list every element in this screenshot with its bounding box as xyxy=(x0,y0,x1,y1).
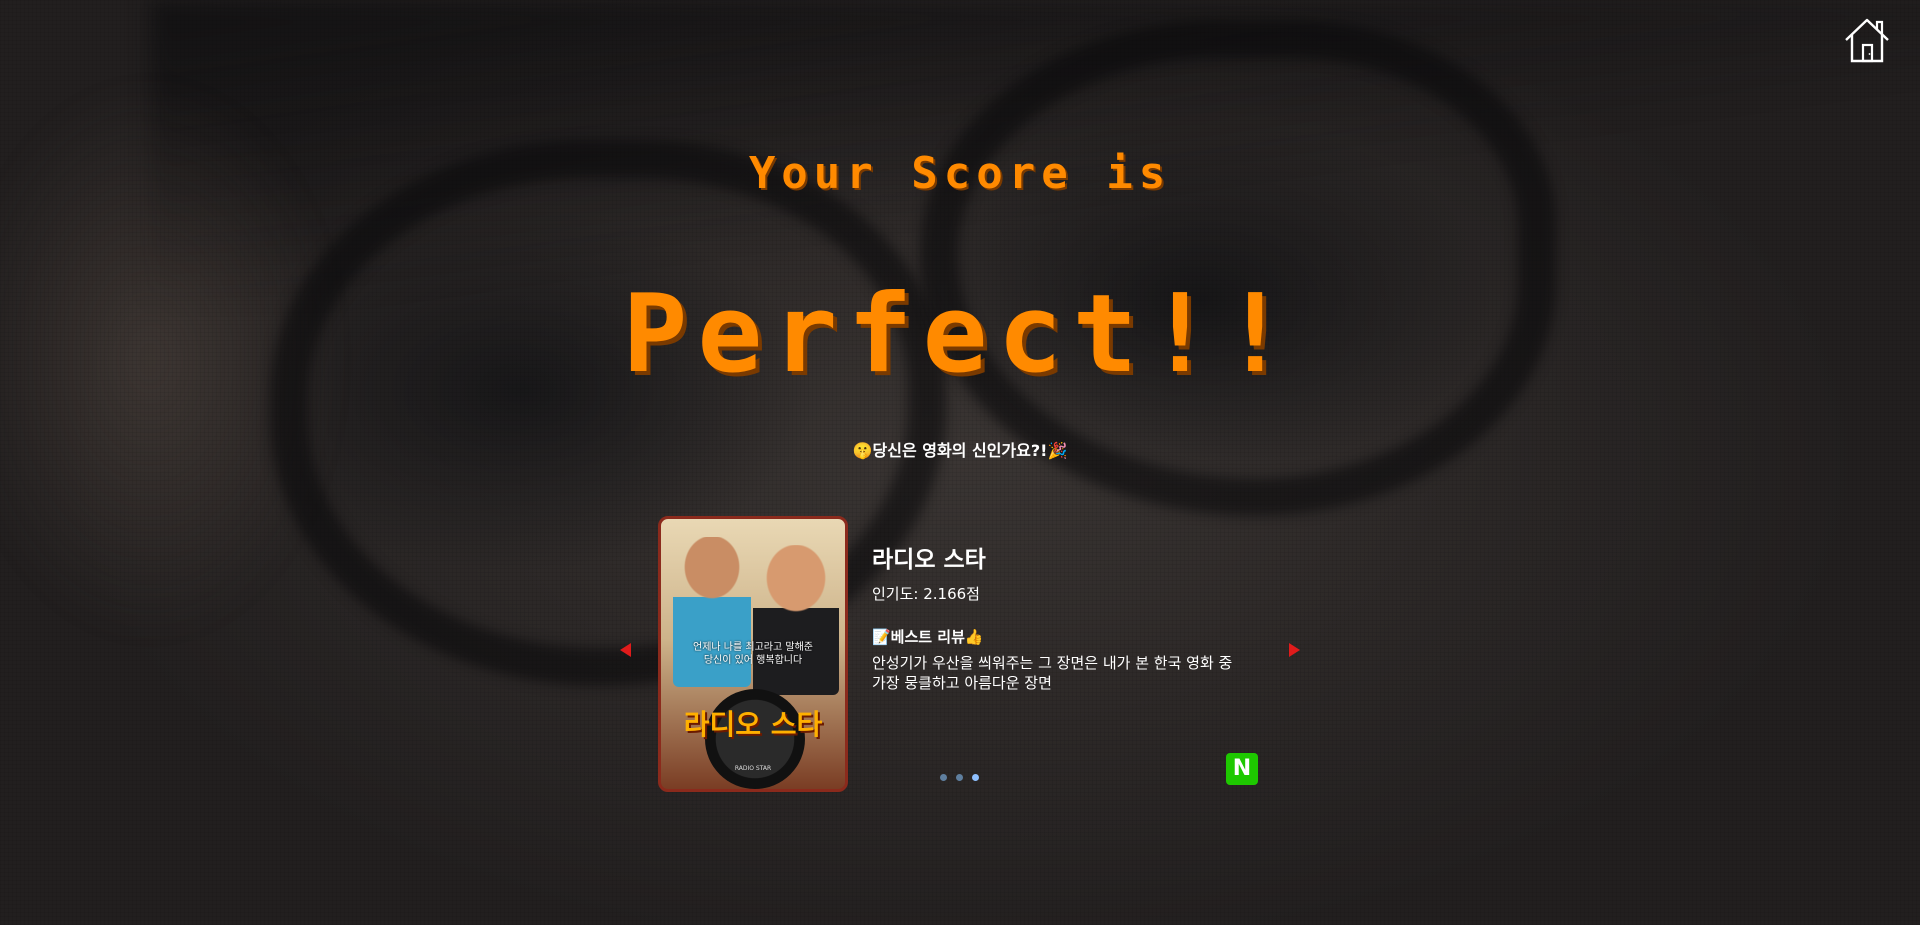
carousel-dot-2[interactable] xyxy=(956,774,963,781)
movie-carousel: 언제나 나를 최고라고 말해준 당신이 있어 행복합니다 라디오 스타 RADI… xyxy=(620,508,1300,798)
best-review-heading: 📝베스트 리뷰👍 xyxy=(872,628,984,646)
poster-caption-line1: 언제나 나를 최고라고 말해준 xyxy=(693,642,813,653)
carousel-slide: 언제나 나를 최고라고 말해준 당신이 있어 행복합니다 라디오 스타 RADI… xyxy=(658,516,1258,796)
poster-caption-line2: 당신이 있어 행복합니다 xyxy=(703,655,803,666)
best-review-text: 안성기가 우산을 씌워주는 그 장면은 내가 본 한국 영화 중 가장 뭉클하고… xyxy=(872,654,1233,692)
poster-caption: 언제나 나를 최고라고 말해준 당신이 있어 행복합니다 xyxy=(661,641,845,667)
result-tagline: 🤫당신은 영화의 신인가요?!🎉 xyxy=(852,441,1068,460)
home-button[interactable] xyxy=(1842,16,1892,64)
poster-subtitle: RADIO STAR xyxy=(734,765,772,772)
score-label: Your Score is xyxy=(748,148,1172,199)
movie-popularity: 인기도: 2.166점 xyxy=(872,585,980,603)
naver-link-button[interactable]: N xyxy=(1226,753,1258,785)
carousel-dot-3[interactable] xyxy=(972,774,979,781)
carousel-next-button[interactable] xyxy=(1289,643,1300,657)
score-value: Perfect!! xyxy=(622,272,1298,397)
result-page: Your Score is Perfect!! 🤫당신은 영화의 신인가요?!🎉… xyxy=(0,0,1920,925)
movie-info: 라디오 스타 인기도: 2.166점 📝베스트 리뷰👍 안성기가 우산을 씌워주… xyxy=(872,540,1252,693)
poster-title: 라디오 스타 xyxy=(683,708,823,741)
carousel-pagination xyxy=(940,774,979,781)
movie-title: 라디오 스타 xyxy=(872,547,986,573)
movie-poster: 언제나 나를 최고라고 말해준 당신이 있어 행복합니다 라디오 스타 RADI… xyxy=(658,516,848,792)
carousel-dot-1[interactable] xyxy=(940,774,947,781)
poster-figure-right xyxy=(753,545,839,695)
home-icon xyxy=(1845,18,1889,63)
carousel-prev-button[interactable] xyxy=(620,643,631,657)
